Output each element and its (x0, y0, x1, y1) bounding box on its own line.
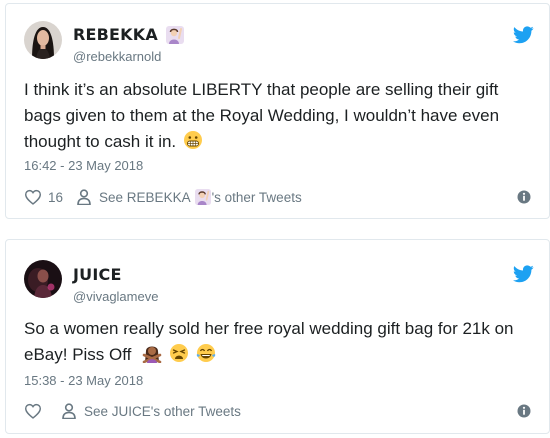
action-row: See JUICE's other Tweets (24, 401, 531, 421)
face-with-tears-of-joy-emoji (196, 343, 216, 363)
info-icon[interactable] (517, 190, 531, 204)
see-other-suffix[interactable]: 's other Tweets (212, 190, 302, 205)
person-icon (62, 403, 76, 419)
tweet-text-content: So a women really sold her free royal we… (24, 319, 514, 364)
tweet-text: So a women really sold her free royal we… (24, 316, 539, 368)
weary-face-emoji (169, 343, 189, 363)
see-other-tweets-link[interactable]: See REBEKKA 's other Tweets (77, 189, 302, 205)
timestamp[interactable]: 16:42 - 23 May 2018 (24, 158, 143, 173)
like-count[interactable]: 16 (48, 190, 63, 205)
info-icon[interactable] (517, 404, 531, 418)
handle[interactable]: @vivaglameve (73, 289, 158, 304)
see-other-tweets-link[interactable]: See JUICE's other Tweets (62, 403, 241, 419)
grimacing-face-emoji (183, 130, 203, 150)
woman-raising-hand-emoji (165, 25, 184, 44)
display-name[interactable]: REBEKKA (73, 25, 158, 44)
tweet-text: I think it’s an absolute LIBERTY that pe… (24, 77, 539, 155)
tweet-card[interactable]: JUICE @vivaglameve So a women really sol… (5, 239, 550, 434)
action-row: 16 See REBEKKA 's other Tweets (24, 187, 531, 207)
tweet-text-content: I think it’s an absolute LIBERTY that pe… (24, 80, 500, 151)
author-name-row[interactable]: JUICE (73, 265, 122, 284)
tweet-card[interactable]: REBEKKA @rebekkarnold I think it’s an ab… (5, 3, 550, 219)
avatar-image (24, 21, 62, 59)
see-other-prefix[interactable]: See REBEKKA (99, 190, 191, 205)
avatar[interactable] (24, 260, 62, 298)
woman-raising-hand-emoji (194, 189, 211, 205)
heart-icon[interactable] (24, 189, 42, 205)
see-other-label[interactable]: See JUICE's other Tweets (84, 404, 241, 419)
author-name-row[interactable]: REBEKKA (73, 25, 184, 44)
avatar[interactable] (24, 21, 62, 59)
twitter-bird-icon[interactable] (513, 265, 534, 283)
timestamp[interactable]: 15:38 - 23 May 2018 (24, 373, 143, 388)
twitter-bird-icon[interactable] (513, 26, 534, 44)
avatar-image (24, 260, 62, 298)
woman-gesturing-no-emoji (142, 343, 162, 364)
display-name[interactable]: JUICE (73, 265, 122, 284)
person-icon (77, 189, 91, 205)
heart-icon[interactable] (24, 403, 42, 419)
handle[interactable]: @rebekkarnold (73, 49, 161, 64)
